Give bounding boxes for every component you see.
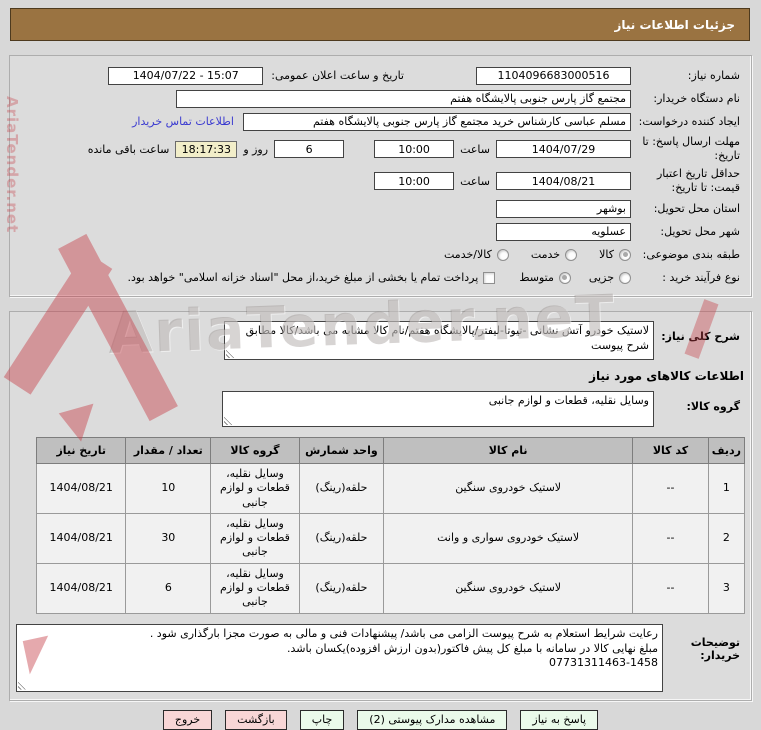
price-validity-date-input[interactable]: 1404/08/21 bbox=[496, 172, 631, 190]
radio-goods[interactable] bbox=[619, 248, 631, 261]
action-button-bar: پاسخ به نیاز مشاهده مدارک پیوستی (2) چاپ… bbox=[0, 709, 761, 730]
print-button[interactable]: چاپ bbox=[299, 709, 345, 730]
radio-goods-label: کالا bbox=[599, 248, 614, 261]
need-number-input[interactable]: 1104096683000516 bbox=[476, 66, 631, 85]
col-header-goods-code: کد کالا bbox=[632, 437, 709, 464]
response-deadline-label: مهلت ارسال پاسخ: تا تاریخ: bbox=[642, 135, 740, 162]
radio-goods-service[interactable] bbox=[496, 248, 509, 261]
buyer-notes-textarea[interactable]: رعایت شرایط استعلام به شرح پیوست الزامی … bbox=[16, 623, 663, 692]
requester-input[interactable]: مسلم عباسی کارشناس خرید مجتمع گاز پارس ج… bbox=[243, 112, 631, 131]
subject-classification-label: طبقه بندی موضوعی: bbox=[642, 247, 740, 261]
goods-panel: شرح کلی نیاز: لاستیک خودرو آتش نشانی -تی… bbox=[9, 311, 752, 701]
need-number-label: شماره نیاز: bbox=[687, 68, 740, 82]
response-deadline-row: مهلت ارسال پاسخ: تا تاریخ: 1404/07/29 سا… bbox=[14, 134, 747, 164]
purchase-process-row: نوع فرآیند خرید : جزیی متوسط پرداخت تمام… bbox=[14, 267, 747, 288]
col-header-need-date: تاریخ نیاز bbox=[35, 437, 127, 464]
radio-partial[interactable] bbox=[619, 271, 631, 284]
deadline-hour-label: ساعت bbox=[460, 142, 490, 156]
goods-table-header-row: ردیف کد کالا نام کالا واحد شمارش گروه کا… bbox=[35, 437, 746, 464]
delivery-province-row: استان محل تحویل: بوشهر bbox=[14, 198, 747, 219]
requester-label: ایجاد کننده درخواست: bbox=[638, 114, 740, 128]
col-header-row-number: ردیف bbox=[707, 437, 746, 464]
goods-table: ردیف کد کالا نام کالا واحد شمارش گروه کا… bbox=[35, 437, 746, 614]
page-title: جزئیات اطلاعات نیاز bbox=[10, 8, 750, 41]
delivery-province-label: استان محل تحویل: bbox=[653, 201, 740, 215]
radio-medium-label: متوسط bbox=[519, 271, 554, 284]
general-desc-textarea[interactable]: لاستیک خودرو آتش نشانی -تیوتا-لیفتر/پالا… bbox=[224, 321, 654, 360]
resize-grip-icon[interactable] bbox=[18, 680, 27, 690]
table-row: 2 -- لاستیک خودروی سواری و وانت حلقه(رین… bbox=[35, 512, 746, 564]
announce-datetime-label: تاریخ و ساعت اعلان عمومی: bbox=[271, 68, 404, 82]
validity-hour-label: ساعت bbox=[460, 174, 490, 188]
buyer-notes-row: توضیحات خریدار: رعایت شرایط استعلام به ش… bbox=[14, 623, 747, 692]
need-info-panel: شماره نیاز: 1104096683000516 تاریخ و ساع… bbox=[9, 55, 752, 297]
radio-medium[interactable] bbox=[558, 271, 571, 284]
days-suffix-label: روز و bbox=[243, 142, 269, 156]
delivery-city-label: شهر محل تحویل: bbox=[660, 224, 740, 238]
subject-classification-row: طبقه بندی موضوعی: کالا خدمت کالا/خدمت bbox=[14, 244, 747, 265]
announce-datetime-input[interactable]: 1404/07/22 - 15:07 bbox=[108, 66, 264, 85]
goods-group-label: گروه کالا: bbox=[686, 400, 740, 413]
price-validity-time-input[interactable]: 10:00 bbox=[374, 172, 455, 190]
treasury-checkbox-label: پرداخت تمام یا بخشی از مبلغ خرید،از محل … bbox=[127, 271, 479, 284]
buyer-contact-link[interactable]: اطلاعات تماس خریدار bbox=[132, 115, 234, 128]
delivery-city-input[interactable]: عسلویه bbox=[496, 222, 631, 241]
requester-row: ایجاد کننده درخواست: مسلم عباسی کارشناس … bbox=[14, 111, 747, 132]
table-row: 3 -- لاستیک خودروی سنگین حلقه(رینگ) وسای… bbox=[35, 562, 746, 614]
col-header-goods-group: گروه کالا bbox=[210, 437, 300, 464]
treasury-checkbox[interactable] bbox=[483, 271, 496, 284]
general-desc-row: شرح کلی نیاز: لاستیک خودرو آتش نشانی -تی… bbox=[14, 321, 747, 360]
price-validity-row: حداقل تاریخ اعتبار قیمت: تا تاریخ: 1404/… bbox=[14, 166, 747, 196]
goods-section-header: اطلاعات کالاهای مورد نیاز bbox=[589, 369, 744, 383]
countdown-badge: 18:17:33 bbox=[175, 140, 238, 158]
exit-button[interactable]: خروج bbox=[162, 709, 213, 730]
remaining-suffix-label: ساعت باقی مانده bbox=[87, 142, 170, 156]
back-button[interactable]: بازگشت bbox=[225, 709, 287, 730]
price-validity-label: حداقل تاریخ اعتبار قیمت: تا تاریخ: bbox=[656, 167, 740, 194]
response-deadline-time-input[interactable]: 10:00 bbox=[374, 140, 455, 158]
goods-group-row: گروه کالا: وسایل نقلیه، قطعات و لوازم جا… bbox=[14, 391, 747, 427]
respond-to-need-button[interactable]: پاسخ به نیاز bbox=[520, 709, 599, 730]
need-number-row: شماره نیاز: 1104096683000516 تاریخ و ساع… bbox=[14, 65, 747, 86]
resize-grip-icon[interactable] bbox=[224, 416, 233, 425]
goods-group-textarea[interactable]: وسایل نقلیه، قطعات و لوازم جانبی bbox=[222, 391, 654, 427]
days-remaining-input[interactable]: 6 bbox=[274, 140, 345, 158]
purchase-process-label: نوع فرآیند خرید : bbox=[662, 270, 740, 284]
buyer-org-label: نام دستگاه خریدار: bbox=[653, 91, 740, 105]
buyer-notes-label: توضیحات خریدار: bbox=[690, 635, 740, 663]
radio-service-label: خدمت bbox=[530, 248, 561, 261]
general-desc-label: شرح کلی نیاز: bbox=[661, 330, 740, 343]
radio-partial-label: جزیی bbox=[588, 271, 614, 284]
col-header-goods-name: نام کالا bbox=[383, 437, 634, 464]
table-row: 1 -- لاستیک خودروی سنگین حلقه(رینگ) وسای… bbox=[35, 463, 746, 514]
col-header-unit: واحد شمارش bbox=[298, 437, 385, 464]
buyer-org-row: نام دستگاه خریدار: مجتمع گاز پارس جنوبی … bbox=[14, 88, 747, 109]
view-attached-docs-button[interactable]: مشاهده مدارک پیوستی (2) bbox=[357, 709, 508, 730]
response-deadline-date-input[interactable]: 1404/07/29 bbox=[496, 140, 631, 158]
radio-goods-service-label: کالا/خدمت bbox=[444, 248, 492, 261]
delivery-city-row: شهر محل تحویل: عسلویه bbox=[14, 221, 747, 242]
buyer-org-input[interactable]: مجتمع گاز پارس جنوبی پالایشگاه هفتم bbox=[176, 89, 631, 108]
col-header-quantity: تعداد / مقدار bbox=[125, 437, 212, 464]
radio-service[interactable] bbox=[565, 248, 578, 261]
delivery-province-input[interactable]: بوشهر bbox=[496, 199, 631, 218]
